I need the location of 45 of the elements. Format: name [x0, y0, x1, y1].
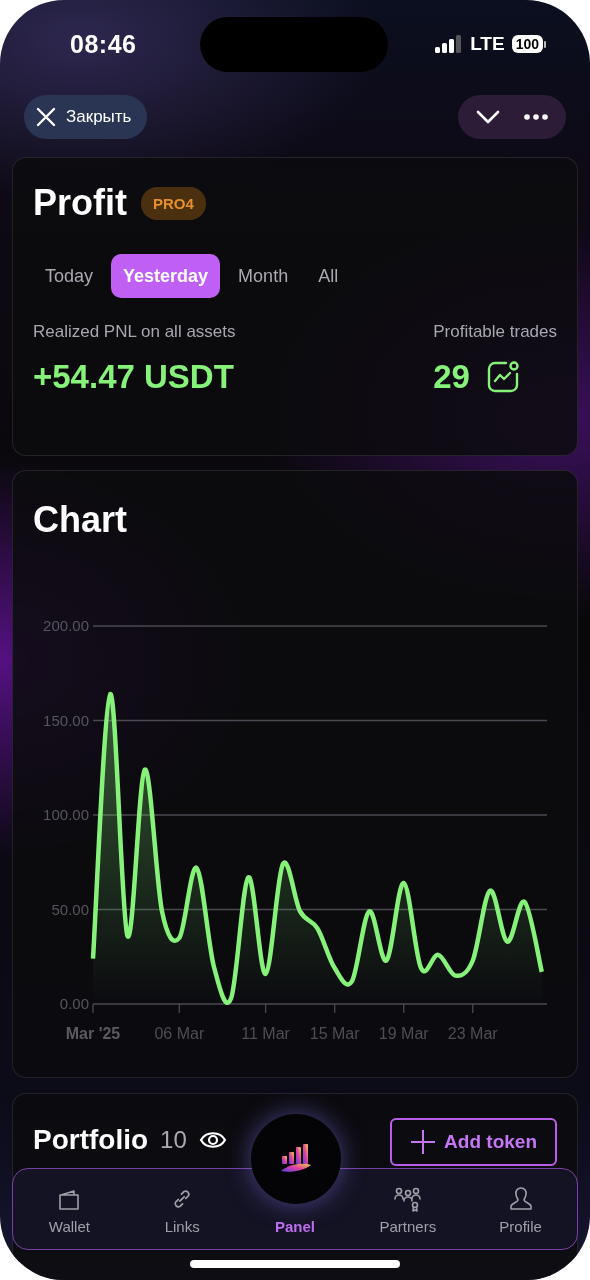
battery-level: 100 — [511, 35, 543, 53]
card-title: Chart — [32, 499, 127, 540]
y-axis-label: 100.00 — [43, 806, 89, 823]
trades-value: 29 — [433, 358, 470, 396]
period-tab[interactable]: All — [306, 254, 351, 298]
eye-icon[interactable] — [198, 1130, 227, 1150]
period-tab[interactable]: Today — [33, 254, 106, 298]
x-axis-label: 06 Mar — [154, 1025, 205, 1042]
y-axis-label: 150.00 — [43, 711, 89, 729]
people-icon — [393, 1186, 422, 1212]
x-axis-label: 19 Mar — [378, 1025, 429, 1042]
signal-icon — [435, 35, 464, 53]
more-icon — [524, 114, 548, 120]
add-token-button[interactable]: Add token — [390, 1118, 557, 1166]
token-count: 10 — [160, 1126, 187, 1154]
bar-chart-logo-icon — [280, 1144, 312, 1174]
nav-tab[interactable]: Profile — [499, 1186, 542, 1235]
x-axis-label: 15 Mar — [309, 1025, 360, 1042]
trend-chart-icon — [485, 360, 520, 394]
card-title: Portfolio — [33, 1124, 149, 1156]
y-axis-label: 200.00 — [43, 617, 89, 634]
pnl-value: +54.47 USDT — [33, 358, 234, 396]
trades-label: Profitable trades — [433, 322, 557, 342]
x-axis-label: Mar '25 — [65, 1025, 121, 1042]
wallet-icon — [57, 1188, 82, 1212]
nav-tab[interactable]: Wallet — [48, 1188, 90, 1235]
nav-tab[interactable]: Panel — [274, 1218, 315, 1235]
status-time: 08:46 — [70, 29, 138, 59]
network-type: LTE — [470, 33, 505, 55]
nav-tab[interactable]: Links — [164, 1186, 200, 1235]
chevron-down-icon — [476, 110, 500, 124]
y-axis-label: 0.00 — [59, 995, 89, 1012]
person-icon — [508, 1186, 533, 1212]
close-icon — [36, 107, 56, 127]
y-axis-label: 50.00 — [51, 900, 89, 918]
plan-badge: PRO4 — [141, 186, 206, 220]
nav-tab[interactable]: Partners — [379, 1186, 437, 1235]
x-axis-label: 11 Mar — [241, 1025, 290, 1042]
pnl-label: Realized PNL on all assets — [33, 322, 236, 342]
close-button[interactable]: Закрыть — [24, 95, 148, 139]
period-tab[interactable]: Month — [226, 254, 301, 298]
card-title: Profit — [33, 182, 127, 224]
x-tick — [92, 1003, 94, 1014]
x-axis-label: 23 Mar — [447, 1025, 498, 1042]
plus-icon — [410, 1129, 437, 1155]
